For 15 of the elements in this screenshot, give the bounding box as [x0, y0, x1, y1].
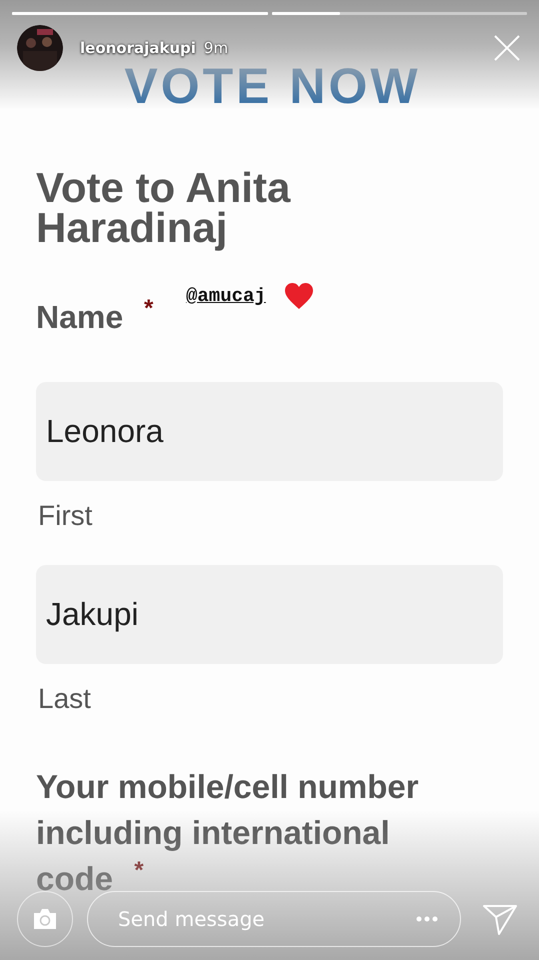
input-field[interactable]: Jakupi: [36, 565, 503, 664]
field-label: Name *: [36, 294, 154, 337]
post-time: 9m: [204, 39, 228, 57]
avatar[interactable]: [17, 25, 63, 71]
camera-button[interactable]: [17, 891, 73, 947]
close-icon[interactable]: [494, 35, 520, 61]
banner-heading: VOTE NOW: [123, 57, 422, 116]
mention-tag[interactable]: @amucaj: [186, 285, 266, 307]
send-icon[interactable]: [483, 903, 517, 935]
input-field[interactable]: Leonora: [36, 382, 503, 481]
more-icon[interactable]: [416, 916, 438, 922]
field-sublabel: First: [38, 499, 94, 533]
camera-icon: [32, 908, 58, 930]
heart-icon: [284, 282, 314, 310]
field-sublabel: Last: [38, 682, 92, 716]
